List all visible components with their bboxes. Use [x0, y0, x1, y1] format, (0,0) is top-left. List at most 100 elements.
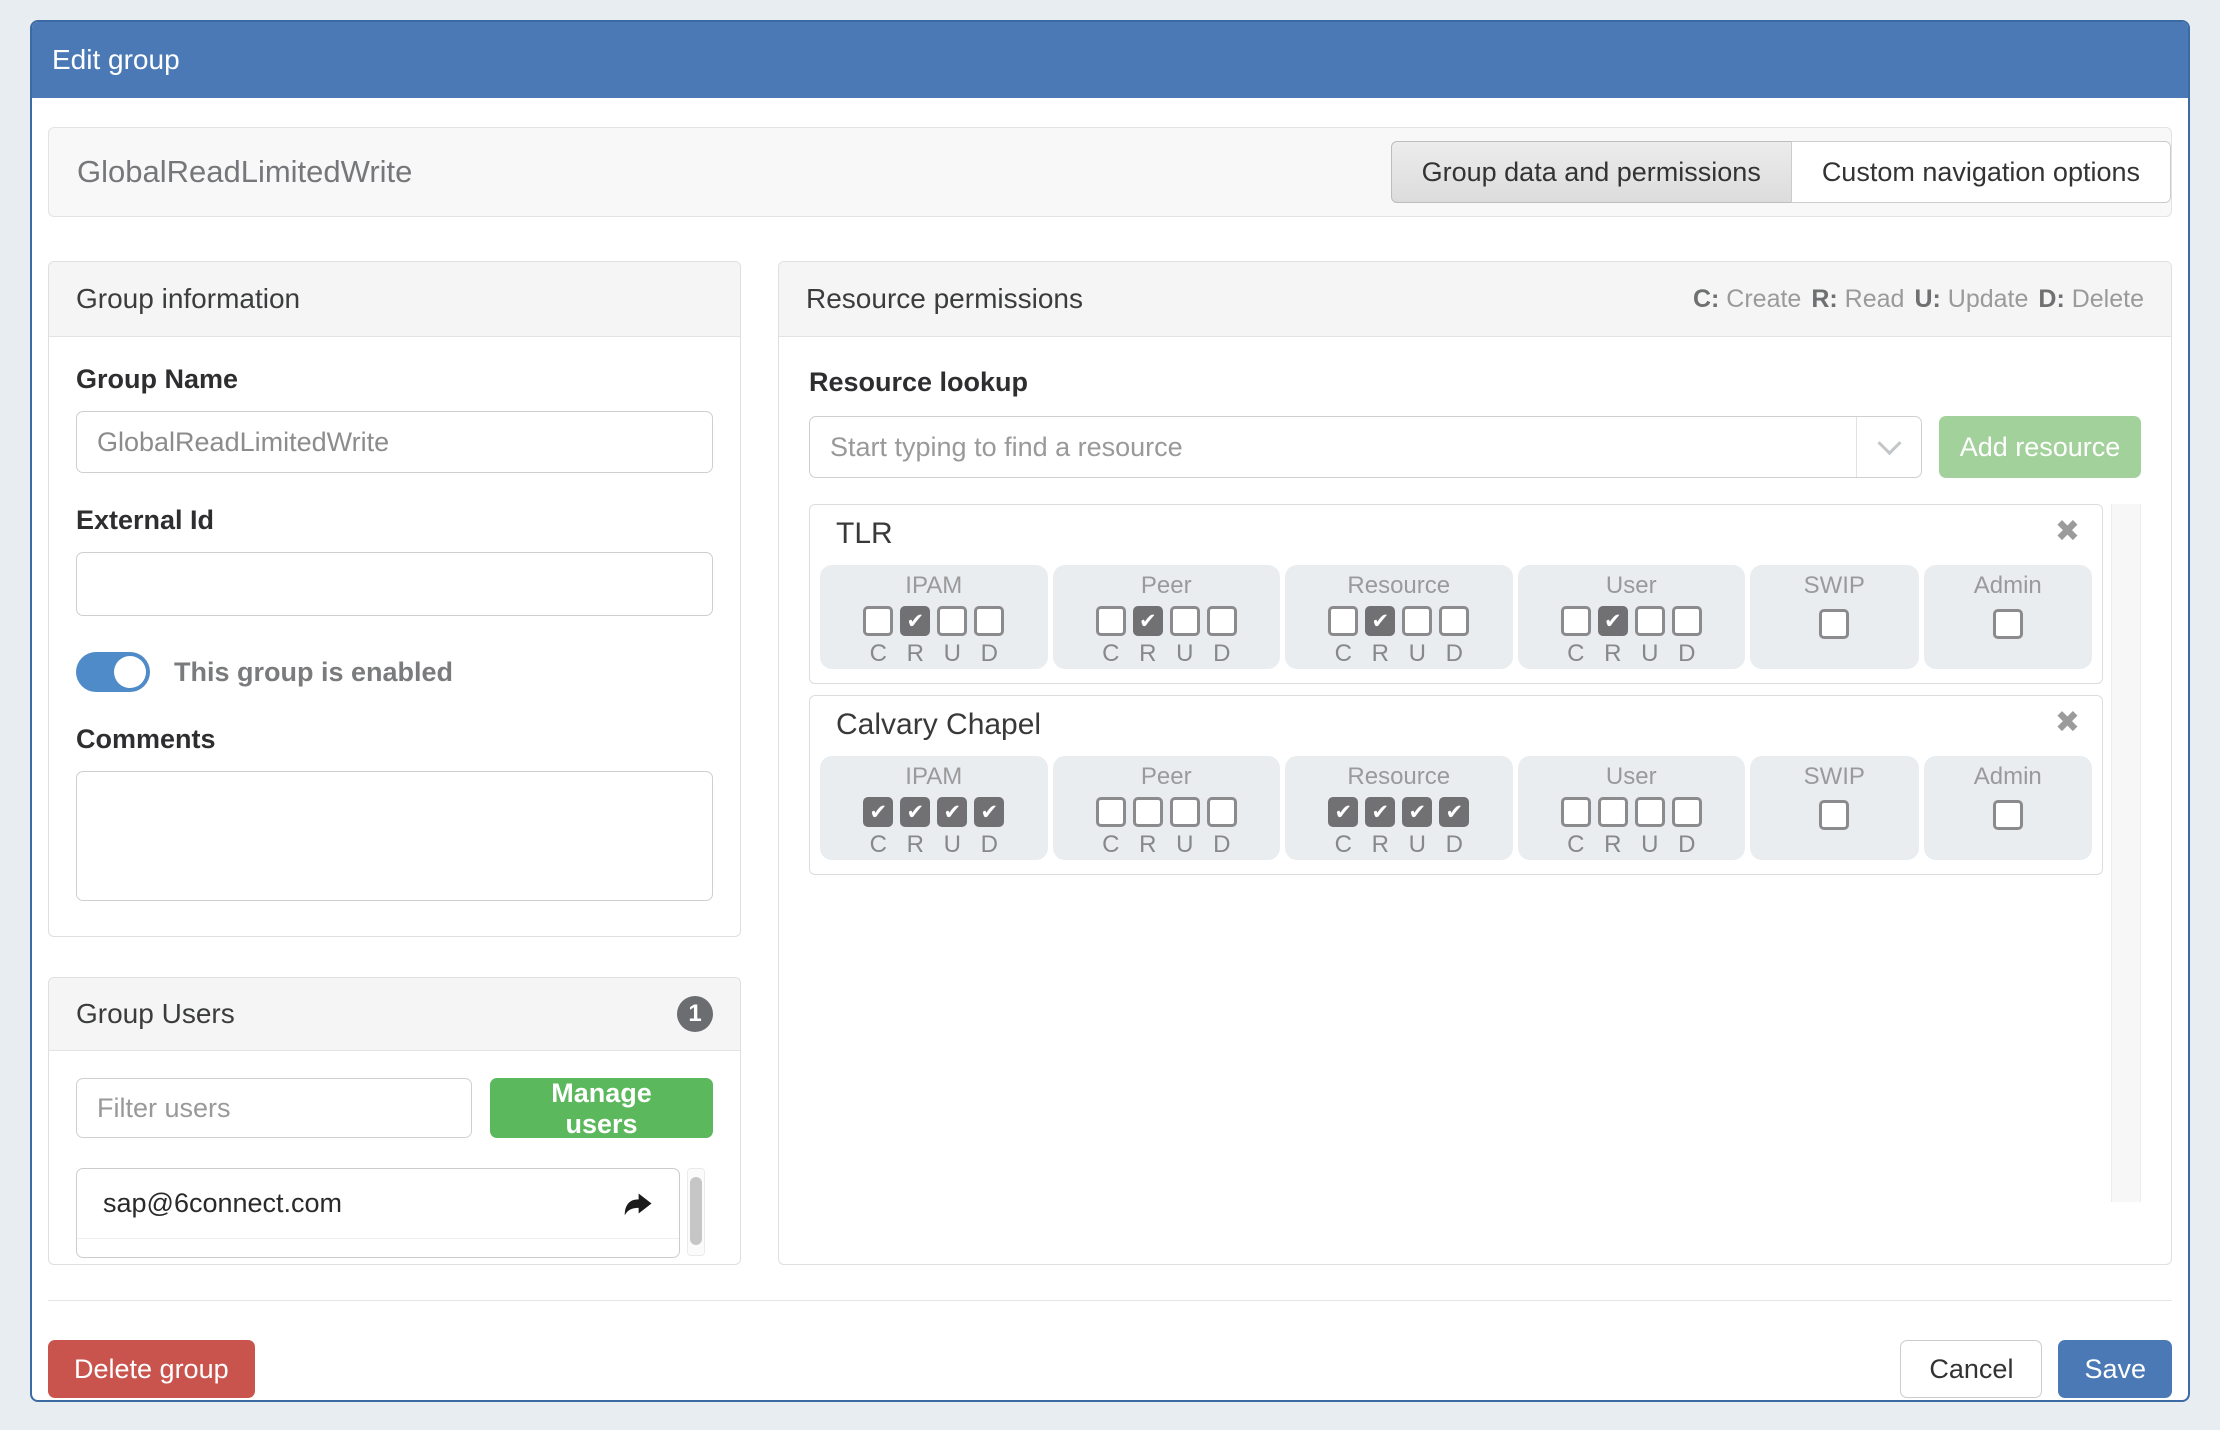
d-checkbox[interactable] [1207, 606, 1237, 636]
group-enabled-toggle[interactable] [76, 652, 150, 692]
lookup-dropdown-toggle[interactable] [1856, 417, 1922, 477]
c-checkbox[interactable] [1561, 797, 1591, 827]
swip-checkbox[interactable] [1819, 800, 1849, 830]
left-column: Group information Group Name External Id… [48, 261, 741, 1265]
manage-users-button[interactable]: Manage users [490, 1078, 713, 1138]
d-checkbox[interactable] [1207, 797, 1237, 827]
admin-checkbox[interactable] [1993, 609, 2023, 639]
crud-letter: U [1402, 831, 1432, 859]
r-checkbox[interactable]: ✔ [900, 606, 930, 636]
cancel-button[interactable]: Cancel [1900, 1340, 2042, 1398]
checkbox-row: ✔ [1561, 606, 1702, 636]
crud-letter: D [1439, 640, 1469, 668]
crud-letter: C [1096, 640, 1126, 668]
permission-group-admin: Admin [1924, 756, 2093, 860]
filter-users-input[interactable] [76, 1078, 472, 1138]
c-checkbox[interactable] [1096, 606, 1126, 636]
checkbox-row: ✔✔✔✔ [1328, 797, 1469, 827]
resource-permissions-panel: Resource permissions C: CreateR: ReadU: … [778, 261, 2172, 1265]
user-list-wrap: sap@6connect.com [76, 1168, 713, 1258]
u-checkbox[interactable] [1635, 606, 1665, 636]
save-button[interactable]: Save [2058, 1340, 2172, 1398]
permission-group-ipam: IPAM✔✔✔✔CRUD [820, 756, 1048, 860]
crud-letter: R [1365, 640, 1395, 668]
resource-list-scrollbar[interactable] [2111, 504, 2141, 1202]
d-checkbox[interactable] [1672, 606, 1702, 636]
crud-letter: R [1365, 831, 1395, 859]
r-checkbox[interactable] [1133, 797, 1163, 827]
tab-custom-navigation-options[interactable]: Custom navigation options [1791, 141, 2171, 203]
d-checkbox[interactable] [1439, 606, 1469, 636]
crud-letter: R [900, 640, 930, 668]
r-checkbox[interactable]: ✔ [900, 797, 930, 827]
legend-item: C: Create [1693, 285, 1801, 313]
comments-textarea[interactable] [76, 771, 713, 901]
legend-key: D: [2038, 285, 2064, 313]
checkbox-row: ✔ [863, 606, 1004, 636]
permission-group-ipam: IPAM✔CRUD [820, 565, 1048, 669]
c-checkbox[interactable] [1328, 606, 1358, 636]
crud-letter: D [1207, 640, 1237, 668]
d-checkbox[interactable] [1672, 797, 1702, 827]
crud-letters: CRUD [1096, 831, 1237, 859]
admin-checkbox[interactable] [1993, 800, 2023, 830]
group-users-title: Group Users [76, 998, 235, 1030]
u-checkbox[interactable] [1402, 606, 1432, 636]
c-checkbox[interactable] [863, 606, 893, 636]
tab-group-data-and-permissions[interactable]: Group data and permissions [1391, 141, 1792, 203]
resource-card-list: TLR✖IPAM✔CRUDPeer✔CRUDResource✔CRUDUser✔… [809, 504, 2103, 1202]
u-checkbox[interactable] [1170, 606, 1200, 636]
c-checkbox[interactable]: ✔ [1328, 797, 1358, 827]
crud-letters: CRUD [863, 831, 1004, 859]
r-checkbox[interactable]: ✔ [1365, 797, 1395, 827]
d-checkbox[interactable]: ✔ [974, 797, 1004, 827]
forward-arrow-icon[interactable] [623, 1190, 653, 1217]
permission-group-user: UserCRUD [1518, 756, 1746, 860]
c-checkbox[interactable] [1096, 797, 1126, 827]
remove-resource-icon[interactable]: ✖ [2055, 517, 2080, 547]
group-name-input[interactable] [76, 411, 713, 473]
c-checkbox[interactable]: ✔ [863, 797, 893, 827]
d-checkbox[interactable] [974, 606, 1004, 636]
resource-card-top: TLR ✖ [820, 517, 2092, 565]
user-list: sap@6connect.com [76, 1168, 680, 1258]
r-checkbox[interactable]: ✔ [1598, 606, 1628, 636]
remove-resource-icon[interactable]: ✖ [2055, 708, 2080, 738]
crud-letter: D [974, 640, 1004, 668]
permission-strip: IPAM✔CRUDPeer✔CRUDResource✔CRUDUser✔CRUD… [820, 565, 2092, 669]
checkbox-row: ✔ [1328, 606, 1469, 636]
r-checkbox[interactable]: ✔ [1133, 606, 1163, 636]
permission-group-peer: Peer✔CRUD [1053, 565, 1281, 669]
u-checkbox[interactable]: ✔ [937, 797, 967, 827]
modal-title: Edit group [52, 44, 180, 76]
u-checkbox[interactable] [1635, 797, 1665, 827]
resource-permissions-body: Resource lookup Add resource TLR [779, 337, 2171, 1232]
external-id-input[interactable] [76, 552, 713, 616]
resource-cards-area: TLR✖IPAM✔CRUDPeer✔CRUDResource✔CRUDUser✔… [809, 504, 2141, 1202]
crud-letter: R [1133, 640, 1163, 668]
u-checkbox[interactable]: ✔ [1402, 797, 1432, 827]
delete-group-button[interactable]: Delete group [48, 1340, 255, 1398]
permission-group-label: Resource [1347, 573, 1450, 599]
group-users-toolbar: Manage users [76, 1078, 713, 1138]
crud-letter: D [1672, 640, 1702, 668]
crud-letters: CRUD [1561, 640, 1702, 668]
resource-lookup-input[interactable] [809, 416, 1922, 478]
r-checkbox[interactable] [1598, 797, 1628, 827]
crud-letters: CRUD [1561, 831, 1702, 859]
group-name-label: Group Name [76, 364, 713, 395]
crud-letters: CRUD [863, 640, 1004, 668]
scrollbar-thumb[interactable] [690, 1177, 702, 1245]
add-resource-button[interactable]: Add resource [1939, 416, 2141, 478]
c-checkbox[interactable] [1561, 606, 1591, 636]
user-row[interactable]: sap@6connect.com [77, 1169, 679, 1239]
resource-name: TLR [836, 517, 893, 551]
crud-letter: R [1133, 831, 1163, 859]
r-checkbox[interactable]: ✔ [1365, 606, 1395, 636]
u-checkbox[interactable] [1170, 797, 1200, 827]
d-checkbox[interactable]: ✔ [1439, 797, 1469, 827]
crud-letter: C [863, 640, 893, 668]
swip-checkbox[interactable] [1819, 609, 1849, 639]
user-list-scrollbar[interactable] [687, 1168, 705, 1256]
u-checkbox[interactable] [937, 606, 967, 636]
